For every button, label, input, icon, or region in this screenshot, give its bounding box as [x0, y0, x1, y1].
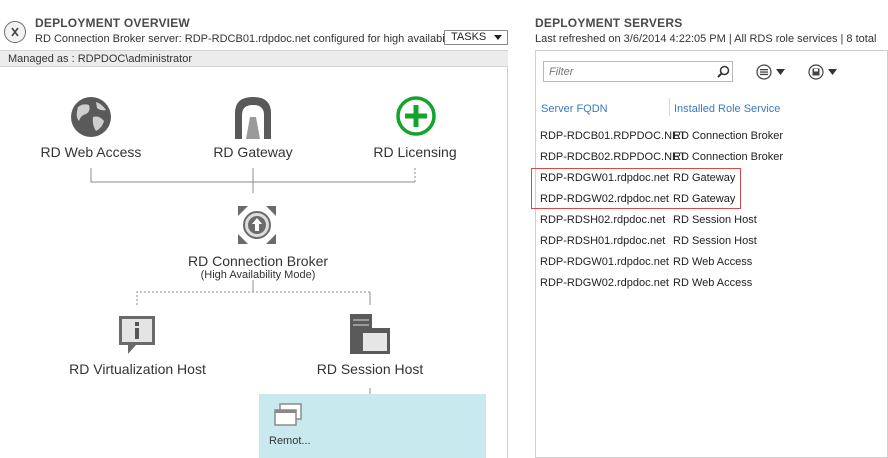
desktop-icon	[273, 403, 303, 432]
info-icon[interactable]	[116, 313, 158, 360]
node-licensing[interactable]: RD Licensing	[360, 144, 470, 160]
list-options-icon	[756, 63, 772, 80]
chevron-down-icon	[828, 68, 837, 75]
column-header-role[interactable]: Installed Role Service	[674, 103, 780, 115]
row-role: RD Connection Broker	[673, 151, 784, 163]
table-row[interactable]: RDP-RDGW02.rdpdoc.net RD Web Access	[540, 277, 880, 298]
row-role: RD Web Access	[673, 277, 753, 289]
servers-title: DEPLOYMENT SERVERS	[535, 16, 683, 30]
broker-icon[interactable]	[236, 204, 278, 251]
save-button[interactable]	[808, 61, 837, 82]
row-fqdn: RDP-RDCB01.RDPDOC.NET	[540, 130, 687, 142]
list-options-button[interactable]	[756, 61, 785, 82]
table-row[interactable]: RDP-RDSH01.rdpdoc.net RD Session Host	[540, 235, 880, 256]
node-virtualization[interactable]: RD Virtualization Host	[60, 361, 215, 377]
node-web-access[interactable]: RD Web Access	[35, 144, 147, 160]
row-fqdn: RDP-RDGW02.rdpdoc.net	[540, 277, 669, 289]
search-icon[interactable]	[717, 65, 730, 83]
row-role: RD Session Host	[673, 214, 757, 226]
column-header-fqdn[interactable]: Server FQDN	[541, 103, 608, 115]
collection-label[interactable]: Remot...	[269, 435, 311, 447]
highlight-annotation	[531, 168, 741, 209]
row-fqdn: RDP-RDGW01.rdpdoc.net	[540, 256, 669, 268]
node-broker[interactable]: RD Connection Broker	[178, 253, 338, 269]
row-role: RD Session Host	[673, 235, 757, 247]
globe-icon[interactable]	[69, 95, 113, 144]
table-row[interactable]: RDP-RDSH02.rdpdoc.net RD Session Host	[540, 214, 880, 235]
server-icon[interactable]	[348, 312, 392, 361]
table-row[interactable]: RDP-RDCB01.RDPDOC.NET RD Connection Brok…	[540, 130, 880, 151]
filter-input[interactable]	[543, 61, 733, 82]
row-role: RD Web Access	[673, 256, 753, 268]
node-gateway[interactable]: RD Gateway	[198, 144, 308, 160]
save-icon	[808, 63, 824, 80]
add-license-icon[interactable]	[395, 95, 437, 142]
broker-mode: (High Availability Mode)	[200, 269, 316, 281]
row-fqdn: RDP-RDSH02.rdpdoc.net	[540, 214, 666, 226]
row-fqdn: RDP-RDSH01.rdpdoc.net	[540, 235, 666, 247]
servers-subtitle: Last refreshed on 3/6/2014 4:22:05 PM | …	[535, 33, 877, 45]
table-row[interactable]: RDP-RDGW01.rdpdoc.net RD Web Access	[540, 256, 880, 277]
gateway-icon[interactable]	[233, 95, 273, 144]
row-role: RD Connection Broker	[673, 130, 784, 142]
row-fqdn: RDP-RDCB02.RDPDOC.NET	[540, 151, 687, 163]
chevron-down-icon	[776, 68, 785, 75]
column-divider[interactable]	[669, 98, 670, 116]
node-session-host[interactable]: RD Session Host	[308, 361, 432, 377]
